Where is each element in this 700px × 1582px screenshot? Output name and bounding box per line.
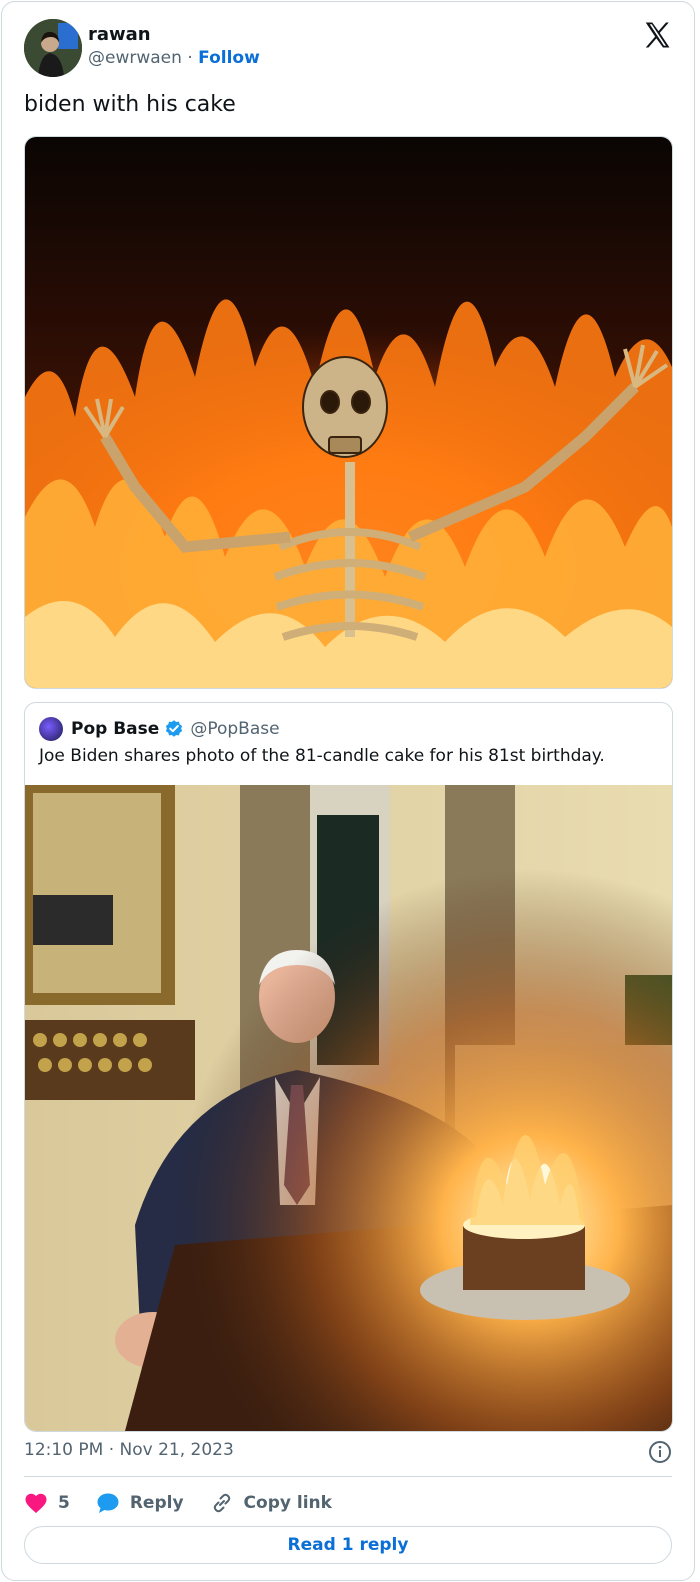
handle-separator: · [187, 48, 193, 68]
tweet-media-skeleton-fire[interactable] [24, 136, 673, 689]
divider [24, 1476, 672, 1477]
quoted-author-handle: @PopBase [190, 719, 280, 739]
tweet-card: rawan @ewrwaen · Follow biden with his c… [1, 1, 695, 1581]
like-count: 5 [58, 1493, 70, 1513]
x-logo-icon[interactable] [642, 20, 672, 50]
info-icon[interactable] [648, 1440, 672, 1464]
reply-label: Reply [129, 1493, 184, 1513]
author-avatar[interactable] [24, 19, 82, 77]
verified-badge-icon [166, 720, 183, 737]
author-display-name[interactable]: rawan [88, 24, 151, 45]
reply-button[interactable]: Reply [96, 1492, 184, 1514]
speech-bubble-icon [97, 1493, 119, 1513]
tweet-header: rawan @ewrwaen · Follow [2, 2, 694, 92]
copy-link-button[interactable]: Copy link [210, 1491, 332, 1515]
heart-icon [25, 1493, 47, 1513]
link-icon [213, 1493, 230, 1513]
tweet-timestamp[interactable]: 12:10 PM · Nov 21, 2023 [24, 1440, 234, 1460]
quoted-tweet[interactable]: Pop Base @PopBase Joe Biden shares photo… [24, 702, 673, 1432]
quoted-author-name: Pop Base [71, 719, 160, 739]
quoted-author-avatar [39, 717, 63, 741]
burning-skeleton-image [25, 137, 672, 688]
tweet-text: biden with his cake [24, 92, 236, 117]
read-replies-button[interactable]: Read 1 reply [24, 1526, 672, 1564]
follow-button[interactable]: Follow [198, 48, 260, 68]
tweet-actions: 5 Reply Copy link [24, 1488, 358, 1518]
quoted-tweet-header: Pop Base @PopBase [39, 717, 280, 741]
author-handle-row: @ewrwaen · Follow [88, 48, 260, 68]
quoted-tweet-photo[interactable] [25, 785, 672, 1431]
biden-cake-photo [25, 785, 672, 1431]
copy-link-label: Copy link [243, 1493, 332, 1513]
like-button[interactable]: 5 [24, 1492, 70, 1514]
quoted-tweet-text: Joe Biden shares photo of the 81-candle … [39, 746, 605, 766]
author-handle[interactable]: @ewrwaen [88, 48, 182, 68]
